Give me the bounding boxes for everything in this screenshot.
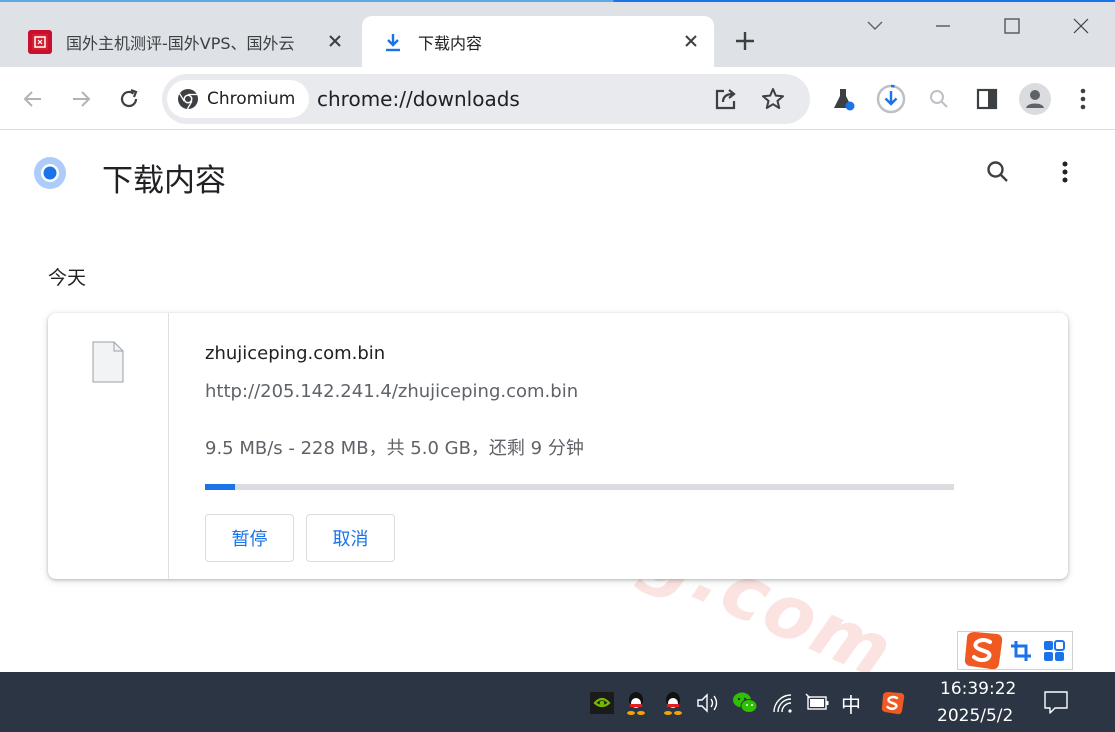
- tab-zhujiceping[interactable]: 国外主机测评-国外VPS、国外云: [18, 16, 358, 67]
- network-wifi-icon[interactable]: [770, 690, 796, 716]
- page-title: 下载内容: [102, 163, 226, 199]
- site-favicon-icon: [28, 29, 52, 54]
- back-arrow-icon[interactable]: [19, 85, 47, 113]
- qq-tray-icon[interactable]: [623, 690, 649, 716]
- profile-avatar-icon[interactable]: [1019, 83, 1051, 115]
- side-panel-icon[interactable]: [971, 83, 1003, 115]
- nvidia-tray-icon[interactable]: [589, 690, 615, 716]
- tab-search-chevron-icon[interactable]: [861, 12, 889, 40]
- notification-center-icon[interactable]: [1043, 689, 1069, 715]
- share-icon[interactable]: [713, 86, 739, 112]
- tab-strip: 国外主机测评-国外VPS、国外云 下载内容: [0, 0, 1115, 67]
- chromium-page-logo-icon: [33, 156, 67, 190]
- tab-close-icon[interactable]: [680, 30, 702, 52]
- download-icon: [382, 31, 404, 53]
- ime-mode-label: 中: [841, 692, 861, 717]
- section-date-heading: 今天: [48, 267, 87, 289]
- ime-floating-toolbar: [957, 631, 1073, 670]
- speaker-volume-icon[interactable]: [695, 690, 721, 716]
- url-text[interactable]: chrome://downloads: [317, 87, 520, 111]
- zoom-search-icon[interactable]: [923, 83, 955, 115]
- download-file-name[interactable]: zhujiceping.com.bin: [205, 343, 385, 364]
- chromium-logo-icon: [178, 89, 198, 110]
- sogou-ime-icon[interactable]: [961, 628, 1005, 672]
- browser-toolbar: Chromium chrome://downloads: [0, 67, 1115, 130]
- omnibox[interactable]: Chromium chrome://downloads: [162, 74, 810, 124]
- pause-button[interactable]: 暂停: [205, 514, 294, 562]
- qq-tray-icon-2[interactable]: [660, 690, 686, 716]
- ime-mode-indicator[interactable]: 中: [838, 690, 864, 717]
- download-progress-icon[interactable]: [875, 83, 907, 115]
- file-icon: [92, 341, 124, 383]
- toolbox-grid-icon[interactable]: [1043, 640, 1065, 662]
- close-window-icon[interactable]: [1067, 12, 1095, 40]
- download-progress-fill: [205, 484, 235, 490]
- maximize-icon[interactable]: [998, 12, 1026, 40]
- download-progress-bar: [205, 484, 954, 490]
- wechat-tray-icon[interactable]: [732, 690, 758, 716]
- card-divider: [168, 313, 169, 579]
- browser-menu-icon[interactable]: [1067, 83, 1099, 115]
- crop-tool-icon[interactable]: [1010, 640, 1032, 662]
- minimize-icon[interactable]: [929, 12, 957, 40]
- tab-title: 国外主机测评-国外VPS、国外云: [66, 33, 295, 53]
- site-info-chip[interactable]: Chromium: [167, 80, 310, 118]
- tab-title: 下载内容: [418, 33, 483, 53]
- bookmark-star-icon[interactable]: [760, 86, 786, 112]
- windows-taskbar: 中 16:39:22 2025/5/2: [0, 672, 1115, 732]
- battery-plug-icon[interactable]: [804, 690, 830, 716]
- chip-label: Chromium: [207, 89, 296, 109]
- new-tab-plus-icon[interactable]: [732, 28, 758, 54]
- download-source-url[interactable]: http://205.142.241.4/zhujiceping.com.bin: [205, 381, 578, 402]
- search-downloads-icon[interactable]: [984, 158, 1012, 186]
- tab-strip-accent: [0, 0, 1115, 2]
- cancel-button[interactable]: 取消: [306, 514, 395, 562]
- labs-flask-icon[interactable]: [827, 83, 859, 115]
- download-item-card: zhujiceping.com.bin http://205.142.241.4…: [48, 313, 1068, 579]
- download-status-text: 9.5 MB/s - 228 MB，共 5.0 GB，还剩 9 分钟: [205, 438, 584, 459]
- tab-close-icon[interactable]: [324, 30, 346, 52]
- taskbar-clock-time[interactable]: 16:39:22: [940, 679, 1016, 699]
- taskbar-clock-date[interactable]: 2025/5/2: [937, 706, 1013, 726]
- page-more-menu-icon[interactable]: [1051, 158, 1079, 186]
- forward-arrow-icon[interactable]: [67, 85, 95, 113]
- tab-downloads[interactable]: 下载内容: [362, 16, 714, 67]
- sogou-tray-icon[interactable]: [880, 690, 906, 716]
- reload-icon[interactable]: [115, 85, 143, 113]
